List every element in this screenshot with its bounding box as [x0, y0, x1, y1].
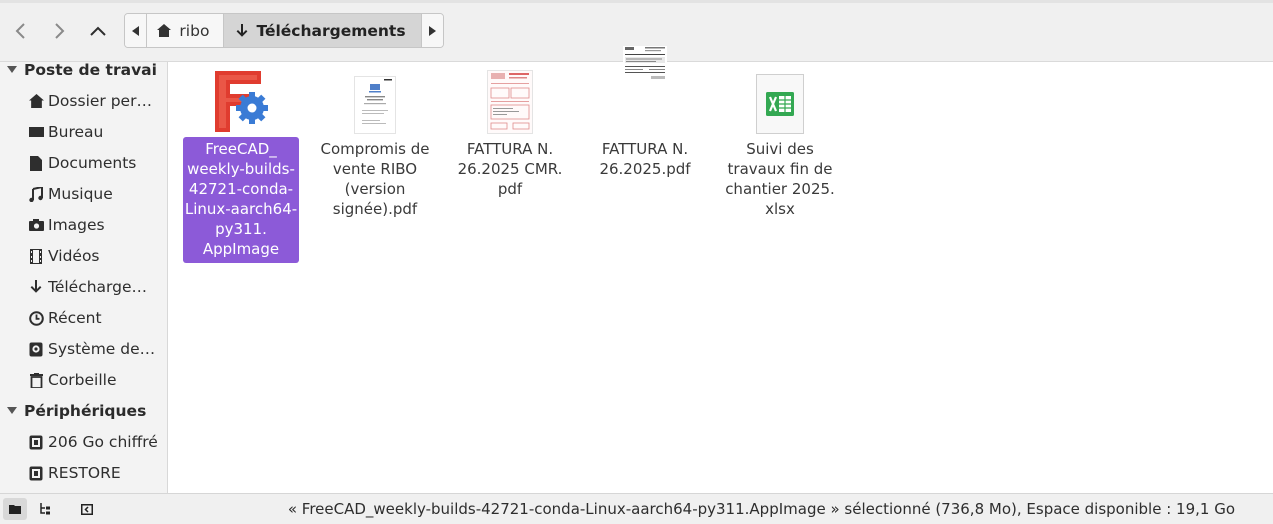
- desktop-icon: [27, 126, 45, 138]
- back-button[interactable]: [4, 14, 38, 48]
- expander-down-icon: [7, 405, 17, 418]
- file-item[interactable]: Compromis de vente RIBO (version signée)…: [316, 68, 434, 223]
- home-icon: [27, 94, 45, 108]
- sidebar-item-filesystem[interactable]: Système de fichiers: [0, 334, 166, 364]
- path-scroll-right-button[interactable]: [420, 14, 443, 47]
- file-name: Suivi des travaux fin de chantier 2025. …: [725, 140, 835, 218]
- back-arrow-icon: [15, 23, 25, 39]
- breadcrumb-downloads[interactable]: Téléchargements: [223, 14, 421, 47]
- sidebar-item-documents[interactable]: Documents: [0, 148, 166, 178]
- sidebar-section-devices[interactable]: Périphériques: [0, 397, 168, 425]
- show-treeview-button[interactable]: [33, 498, 57, 520]
- sidebar: Poste de travai Dossier personnel Bureau…: [0, 61, 168, 493]
- folder-icon: [9, 505, 21, 514]
- sidebar-item-label: Récent: [48, 309, 102, 327]
- triangle-left-icon: [132, 25, 140, 36]
- sidebar-item-label: Téléchargements: [48, 278, 158, 296]
- camera-icon: [27, 219, 45, 231]
- sidebar-toggle-icon: [81, 503, 93, 515]
- sidebar-item-desktop[interactable]: Bureau: [0, 117, 166, 147]
- up-button[interactable]: [81, 14, 115, 48]
- file-item[interactable]: FATTURA N. 26.2025.pdf: [586, 46, 704, 183]
- path-scroll-left-button[interactable]: [125, 14, 148, 47]
- status-bar: « FreeCAD_weekly-builds-42721-conda-Linu…: [0, 493, 1273, 524]
- pdf-invoice-thumbnail-icon: [586, 46, 704, 134]
- sidebar-item-label: 206 Go chiffré: [48, 433, 158, 451]
- file-name: FATTURA N. 26.2025 CMR. pdf: [457, 140, 563, 198]
- show-places-button[interactable]: [3, 498, 27, 520]
- forward-button[interactable]: [42, 14, 76, 48]
- sidebar-item-recent[interactable]: Récent: [0, 303, 166, 333]
- section-label: Poste de travai: [24, 61, 157, 79]
- up-arrow-icon: [90, 26, 106, 36]
- disk-icon: [27, 466, 45, 481]
- hide-sidebar-button[interactable]: [75, 498, 99, 520]
- path-bar: ribo Téléchargements: [124, 13, 444, 48]
- sidebar-item-label: Musique: [48, 185, 113, 203]
- sidebar-item-label: Images: [48, 216, 105, 234]
- sidebar-section-computer[interactable]: Poste de travai: [0, 56, 168, 84]
- status-text: « FreeCAD_weekly-builds-42721-conda-Linu…: [287, 500, 1235, 518]
- sidebar-item-label: Bureau: [48, 123, 104, 141]
- sidebar-item-label: RESTORE: [48, 464, 121, 482]
- sidebar-item-music[interactable]: Musique: [0, 179, 166, 209]
- expander-down-icon: [7, 64, 17, 77]
- pdf-thumbnail-icon: [316, 68, 434, 134]
- sidebar-item-home[interactable]: Dossier personnel: [0, 86, 166, 116]
- file-name: FreeCAD_ weekly-builds-42721-conda-Linux…: [183, 137, 299, 263]
- pdf-invoice-thumbnail-icon: [451, 68, 569, 134]
- clock-icon: [27, 310, 45, 326]
- file-name: Compromis de vente RIBO (version signée)…: [320, 140, 430, 218]
- section-label: Périphériques: [24, 402, 147, 420]
- breadcrumb-home[interactable]: ribo: [147, 14, 223, 47]
- drive-icon: [27, 342, 45, 357]
- download-arrow-icon: [237, 23, 248, 37]
- breadcrumb-label: ribo: [179, 21, 210, 40]
- file-item[interactable]: FreeCAD_ weekly-builds-42721-conda-Linux…: [182, 68, 300, 263]
- sidebar-item-restore[interactable]: RESTORE: [0, 458, 166, 488]
- download-arrow-icon: [27, 280, 45, 294]
- title-strip: [0, 0, 1273, 3]
- sidebar-item-label: Vidéos: [48, 247, 100, 265]
- sidebar-item-downloads[interactable]: Téléchargements: [0, 272, 166, 302]
- tree-view-icon: [40, 503, 50, 515]
- sidebar-item-videos[interactable]: Vidéos: [0, 241, 166, 271]
- sidebar-item-pictures[interactable]: Images: [0, 210, 166, 240]
- freecad-logo-icon: [182, 68, 300, 134]
- sidebar-item-label: Corbeille: [48, 371, 117, 389]
- file-item[interactable]: Suivi des travaux fin de chantier 2025. …: [721, 68, 839, 223]
- sidebar-item-label: Dossier personnel: [48, 92, 158, 110]
- music-icon: [27, 186, 45, 202]
- sidebar-item-label: Documents: [48, 154, 137, 172]
- file-icon-view[interactable]: FreeCAD_ weekly-builds-42721-conda-Linux…: [169, 46, 1273, 493]
- film-icon: [27, 248, 45, 264]
- sidebar-item-label: Système de fichiers: [48, 340, 158, 358]
- trash-icon: [27, 372, 45, 388]
- forward-arrow-icon: [55, 23, 65, 39]
- disk-icon: [27, 435, 45, 450]
- file-item[interactable]: FATTURA N. 26.2025 CMR. pdf: [451, 68, 569, 203]
- triangle-right-icon: [428, 25, 436, 36]
- sidebar-item-encrypted-volume[interactable]: 206 Go chiffré: [0, 427, 166, 457]
- spreadsheet-icon: [721, 68, 839, 134]
- breadcrumb-label: Téléchargements: [256, 21, 406, 40]
- document-icon: [27, 155, 45, 171]
- home-icon: [157, 24, 172, 37]
- file-name: FATTURA N. 26.2025.pdf: [599, 140, 691, 178]
- sidebar-item-trash[interactable]: Corbeille: [0, 365, 166, 395]
